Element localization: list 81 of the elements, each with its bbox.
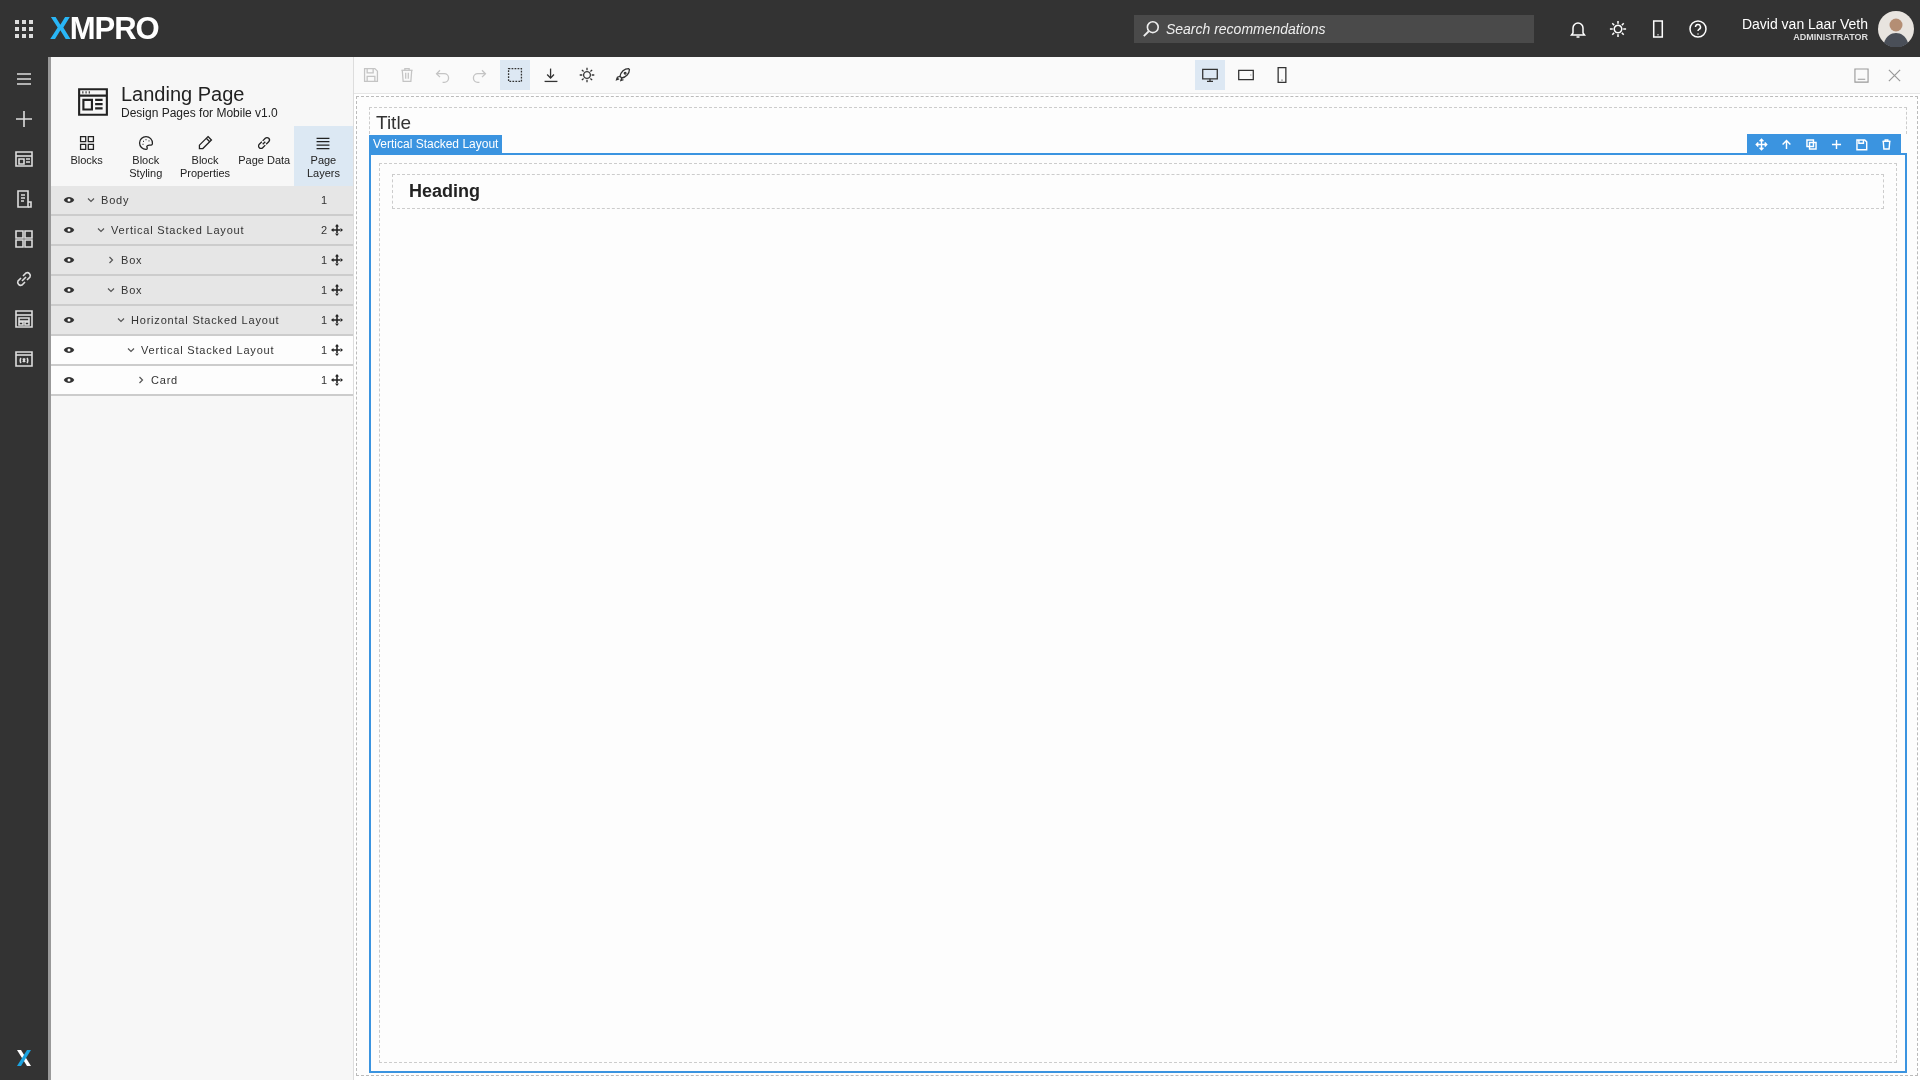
chevron-down-icon[interactable] <box>107 286 115 294</box>
search-icon <box>1141 19 1160 38</box>
layout-icon[interactable] <box>14 149 34 169</box>
logo[interactable]: XMPRO <box>50 10 159 47</box>
chevron-down-icon[interactable] <box>127 346 135 354</box>
layer-row[interactable]: Horizontal Stacked Layout 1 <box>51 306 353 336</box>
select-button[interactable] <box>500 60 530 90</box>
eye-icon[interactable] <box>63 256 75 264</box>
chevron-down-icon[interactable] <box>117 316 125 324</box>
page-layout-icon <box>77 85 109 118</box>
layout-icon[interactable] <box>14 309 34 329</box>
copy-icon[interactable] <box>1805 138 1818 151</box>
eye-icon[interactable] <box>63 226 75 234</box>
panel-tab[interactable]: Page Layers <box>293 126 353 186</box>
logo-icon[interactable] <box>14 1048 34 1068</box>
eye-icon[interactable] <box>63 376 75 384</box>
monitor-icon <box>1201 66 1219 84</box>
eye-icon[interactable] <box>63 196 75 204</box>
panel-tab[interactable]: Block Styling <box>116 126 176 186</box>
save-icon[interactable] <box>1855 138 1868 151</box>
child-count: 1 <box>320 254 327 266</box>
panel-tab[interactable]: Page Data <box>234 126 294 186</box>
palette-icon <box>136 134 155 152</box>
help-icon[interactable] <box>1687 18 1708 39</box>
grid-icon[interactable] <box>14 229 34 249</box>
chevron-right-icon[interactable] <box>107 256 115 264</box>
chevron-down-icon[interactable] <box>97 226 105 234</box>
move-icon[interactable] <box>331 224 343 236</box>
child-count: 2 <box>320 224 327 236</box>
layer-name: Vertical Stacked Layout <box>111 224 246 236</box>
child-count: 1 <box>320 374 327 386</box>
layer-row[interactable]: Body 1 <box>51 186 353 216</box>
layer-name: Horizontal Stacked Layout <box>131 314 281 326</box>
title-text[interactable]: Title <box>376 112 412 133</box>
layer-name: Box <box>121 284 144 296</box>
page-subtitle: Design Pages for Mobile v1.0 <box>121 106 278 120</box>
document-icon[interactable] <box>14 189 34 209</box>
settings-icon[interactable] <box>1607 18 1628 39</box>
layer-row[interactable]: Box 1 <box>51 276 353 306</box>
eye-icon[interactable] <box>63 286 75 294</box>
move-icon[interactable] <box>331 314 343 326</box>
child-count: 1 <box>320 284 327 296</box>
delete-icon[interactable] <box>1880 138 1893 151</box>
layer-row[interactable]: Card 1 <box>51 366 353 396</box>
user-role: ADMINISTRATOR <box>1793 31 1868 42</box>
close-icon[interactable] <box>1887 67 1902 83</box>
desktop-view-button[interactable] <box>1195 60 1225 90</box>
chevron-down-icon[interactable] <box>87 196 95 204</box>
chevron-right-icon[interactable] <box>137 376 145 384</box>
variable-icon[interactable] <box>14 349 34 369</box>
layer-row[interactable]: Vertical Stacked Layout 1 <box>51 336 353 366</box>
eye-icon[interactable] <box>63 346 75 354</box>
user-name: David van Laar Veth <box>1741 15 1868 32</box>
move-icon[interactable] <box>331 254 343 266</box>
panel-tab[interactable]: Block Properties <box>175 126 235 186</box>
link-icon[interactable] <box>14 269 34 289</box>
search-field[interactable]: Search recommendations <box>1133 14 1534 43</box>
layer-name: Vertical Stacked Layout <box>141 344 276 356</box>
child-count: 1 <box>320 314 327 326</box>
plus-icon[interactable] <box>14 109 34 129</box>
move-icon[interactable] <box>331 284 343 296</box>
layer-row[interactable]: Vertical Stacked Layout 2 <box>51 216 353 246</box>
layer-name: Box <box>121 254 144 266</box>
child-count: 1 <box>320 194 327 206</box>
move-icon[interactable] <box>331 344 343 356</box>
layer-name: Body <box>101 194 131 206</box>
child-count: 1 <box>320 344 327 356</box>
layer-row[interactable]: Box 1 <box>51 246 353 276</box>
move-icon[interactable] <box>331 374 343 386</box>
apps-grid-icon[interactable] <box>14 18 34 39</box>
pencil-icon <box>196 134 214 152</box>
heading-text[interactable]: Heading <box>409 181 480 201</box>
panel-tab[interactable]: Blocks <box>57 126 117 186</box>
eye-icon[interactable] <box>63 316 75 324</box>
arrow-up-icon[interactable] <box>1780 138 1793 151</box>
grid-icon <box>77 134 96 152</box>
user-avatar[interactable] <box>1878 10 1914 47</box>
block-label: Vertical Stacked Layout <box>369 135 503 153</box>
page-title: Landing Page <box>121 83 246 106</box>
selected-block[interactable]: Heading <box>369 153 1907 1073</box>
layer-name: Card <box>151 374 180 386</box>
